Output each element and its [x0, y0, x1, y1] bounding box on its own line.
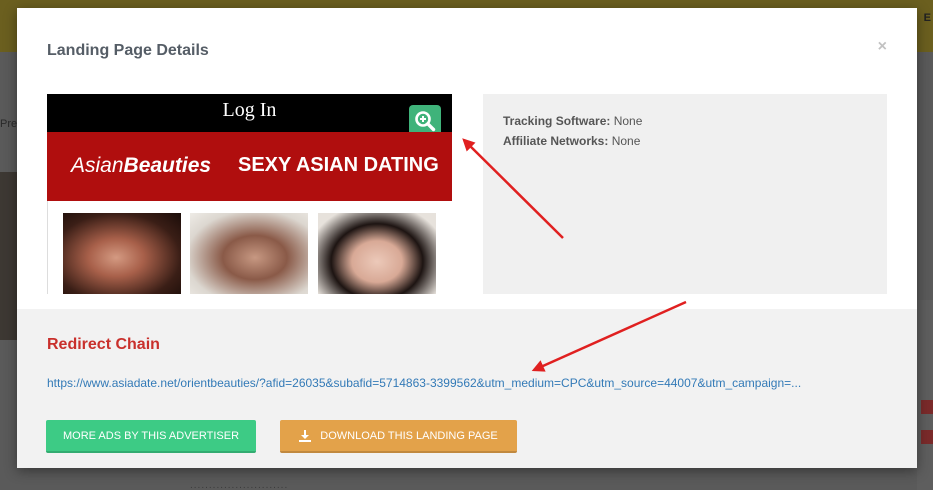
preview-brand-regular: Asian — [71, 154, 124, 177]
profile-photo — [190, 213, 308, 294]
affiliate-networks-line: Affiliate Networks: None — [503, 134, 640, 148]
more-ads-button[interactable]: MORE ADS BY THIS ADVERTISER — [46, 420, 256, 453]
redirect-chain-title: Redirect Chain — [47, 336, 160, 353]
affiliate-networks-value: None — [611, 134, 641, 148]
close-icon[interactable]: × — [878, 38, 887, 56]
tracking-software-label: Tracking Software: — [503, 114, 611, 128]
zoom-in-icon — [415, 110, 436, 131]
preview-tagline: SEXY ASIAN DATING — [238, 154, 439, 176]
profile-photo — [63, 213, 181, 294]
background-topbar-text: E — [923, 12, 931, 24]
download-label: DOWNLOAD THIS LANDING PAGE — [320, 429, 498, 442]
modal-title: Landing Page Details — [47, 42, 209, 59]
background-left-photo — [0, 172, 17, 340]
background-left-text: Pre — [0, 118, 18, 130]
tracking-software-value: None — [613, 114, 643, 128]
preview-login-text: Log In — [222, 99, 277, 121]
download-icon — [299, 429, 312, 442]
redirect-chain-section: Redirect Chain https://www.asiadate.net/… — [17, 309, 917, 468]
preview-brand: AsianBeauties — [71, 154, 211, 178]
preview-photo-strip — [47, 201, 452, 294]
preview-login-bar: Log In — [47, 94, 452, 132]
redirect-chain-url[interactable]: https://www.asiadate.net/orientbeauties/… — [47, 376, 882, 390]
preview-brand-bold: Beauties — [123, 154, 212, 177]
tracking-info-panel: Tracking Software: None Affiliate Networ… — [483, 94, 887, 294]
background-bottom-text: .......................... — [190, 480, 289, 490]
tracking-software-line: Tracking Software: None — [503, 114, 642, 128]
background-right-marker — [921, 400, 933, 414]
affiliate-networks-label: Affiliate Networks: — [503, 134, 609, 148]
landing-page-preview[interactable]: Log In AsianBeauties SEXY ASIAN DATING — [47, 94, 452, 294]
landing-page-details-modal: Landing Page Details × Log In AsianBeaut… — [17, 8, 917, 468]
profile-photo — [318, 213, 436, 294]
background-right-column — [917, 300, 933, 490]
download-landing-page-button[interactable]: DOWNLOAD THIS LANDING PAGE — [280, 420, 517, 453]
more-ads-label: MORE ADS BY THIS ADVERTISER — [62, 429, 240, 442]
background-right-marker — [921, 430, 933, 444]
preview-banner: AsianBeauties SEXY ASIAN DATING — [47, 132, 452, 201]
